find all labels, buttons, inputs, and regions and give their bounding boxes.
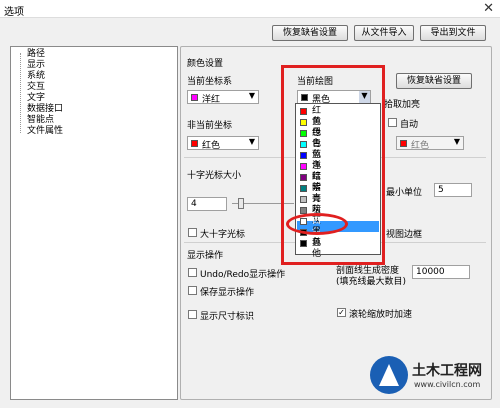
restore-defaults-button[interactable]: 恢复缺省设置 [272,25,348,41]
viewport-border-label: 视图边框 [386,230,423,240]
min-unit-label: 最小单位 [386,188,423,198]
close-icon[interactable]: ✕ [483,1,494,16]
big-cursor-checkbox[interactable] [188,228,197,237]
cursor-size-input[interactable]: 4 [187,197,227,211]
fill-density-input[interactable]: 10000 [412,265,470,279]
color-settings-title: 颜色设置 [187,59,224,69]
noncurrent-axis-color-select[interactable]: 红色 ▼ [187,136,259,151]
import-from-file-button[interactable]: 从文件导入 [354,25,414,41]
auto-label: 自动 [400,120,419,130]
undo-redo-label: Undo/Redo显示操作 [200,270,286,280]
fill-density-sublabel: (填充线最大数目) [336,277,407,287]
color-swatch [400,140,407,147]
color-restore-defaults-button[interactable]: 恢复缺省设置 [396,73,472,89]
save-display-checkbox[interactable] [188,286,197,295]
tree-item-data-interface[interactable]: 数据接口 [27,104,63,115]
window-title: 选项 [4,7,24,18]
tree-item-text[interactable]: 文字 [27,93,45,104]
annotation-ellipse [286,213,348,235]
pickup-color-select[interactable]: 红色 ▼ [396,136,464,151]
big-cursor-label: 大十字光标 [200,230,246,240]
chevron-down-icon: ▼ [248,137,255,146]
watermark-logo [370,356,408,394]
show-dim-label: 显示尺寸标识 [200,312,255,322]
tree-item-interaction[interactable]: 交互 [27,82,45,93]
options-tree: 路径 显示 系统 交互 文字 数据接口 智能点 文件属性 [10,46,178,400]
color-swatch [191,140,198,147]
tree-item-file-properties[interactable]: 文件属性 [27,126,63,137]
tree-item-smart-point[interactable]: 智能点 [27,115,54,126]
title-bar: 选项 ✕ [0,0,500,18]
min-unit-input[interactable]: 5 [434,183,472,197]
export-to-file-button[interactable]: 导出到文件 [420,25,486,41]
noncurrent-axis-color-value: 红色 [202,141,221,151]
wheel-zoom-checkbox[interactable]: ✓ [337,308,346,317]
chevron-down-icon: ▼ [453,137,460,146]
cursor-size-title: 十字光标大小 [187,171,242,181]
noncurrent-axis-label: 非当前坐标 [187,121,233,131]
current-axis-color-value: 洋红 [202,95,221,105]
tree-item-display[interactable]: 显示 [27,60,45,71]
save-display-label: 保存显示操作 [200,288,255,298]
annotation-frame [281,65,385,265]
pickup-highlight-label: 拾取加亮 [384,100,421,110]
tree-item-system[interactable]: 系统 [27,71,45,82]
undo-redo-checkbox[interactable] [188,268,197,277]
wheel-zoom-label: 滚轮缩放时加速 [349,310,413,320]
show-dim-checkbox[interactable] [188,310,197,319]
display-ops-title: 显示操作 [187,251,224,261]
current-axis-label: 当前坐标系 [187,77,233,87]
pickup-color-value: 红色 [411,141,430,151]
color-swatch [191,94,198,101]
tree-connector [20,53,21,133]
auto-checkbox[interactable] [388,118,397,127]
watermark-url: www.civilcn.com [414,380,481,389]
tree-item-path[interactable]: 路径 [27,49,45,60]
watermark-name: 土木工程网 [412,363,482,379]
chevron-down-icon: ▼ [248,91,255,100]
current-axis-color-select[interactable]: 洋红 ▼ [187,90,259,105]
slider-thumb[interactable] [238,198,244,209]
